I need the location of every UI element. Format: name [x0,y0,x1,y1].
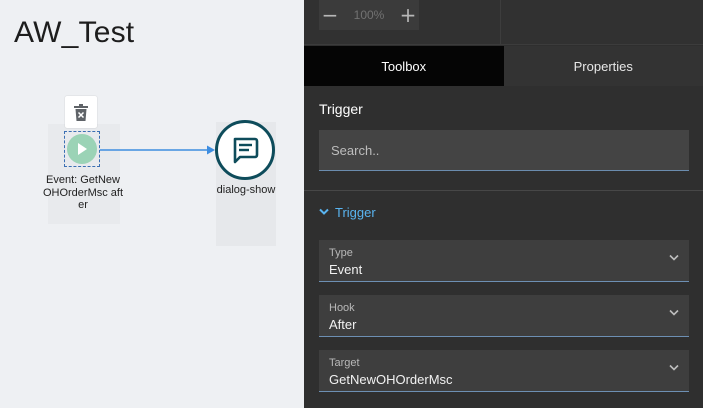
dialog-show-node[interactable] [215,120,275,180]
start-node-label: Event: GetNewOHOrderMsc after [42,174,124,211]
zoom-in-button[interactable]: + [397,0,419,30]
chat-bubble-icon [233,137,259,164]
hook-field-label: Hook [329,302,355,314]
toolbar-divider [500,0,501,44]
zoom-toolbar: − 100% + [304,0,703,45]
hook-select[interactable]: Hook After [319,295,689,337]
start-node-circle [67,134,97,164]
search-input[interactable] [329,141,689,159]
target-field-value: GetNewOHOrderMsc [329,372,453,387]
type-field-value: Event [329,262,363,277]
chevron-down-icon [669,364,679,371]
zoom-out-button[interactable]: − [319,0,341,30]
target-select[interactable]: Target GetNewOHOrderMsc [319,350,689,392]
tab-properties[interactable]: Properties [503,46,703,86]
dialog-node-label: dialog-show [216,184,276,196]
search-field[interactable] [319,130,689,171]
tab-toolbox[interactable]: Toolbox [304,46,504,86]
zoom-level: 100% [353,7,385,22]
chevron-down-icon [319,208,329,215]
type-select[interactable]: Type Event [319,240,689,282]
section-divider [304,190,703,191]
zoom-control: − 100% + [319,0,419,30]
delete-node-button[interactable] [65,96,97,128]
type-field-label: Type [329,247,353,259]
chevron-down-icon [669,254,679,261]
page-title: AW_Test [14,16,135,49]
panel-tabs: Toolbox Properties [304,46,703,86]
start-event-node[interactable] [64,131,100,167]
chevron-down-icon [669,309,679,316]
accordion-label: Trigger [335,204,376,220]
hook-field-value: After [329,317,357,332]
trigger-accordion-header[interactable]: Trigger [319,202,376,222]
trash-icon [74,103,88,121]
connector-arrow[interactable] [100,142,218,158]
side-panel: − 100% + Toolbox Properties Trigger Trig… [304,0,703,408]
workflow-canvas[interactable]: AW_Test Event: GetNewOHOrderMsc after di… [0,0,304,408]
play-icon [78,143,87,155]
section-title: Trigger [319,101,363,117]
target-field-label: Target [329,357,360,369]
